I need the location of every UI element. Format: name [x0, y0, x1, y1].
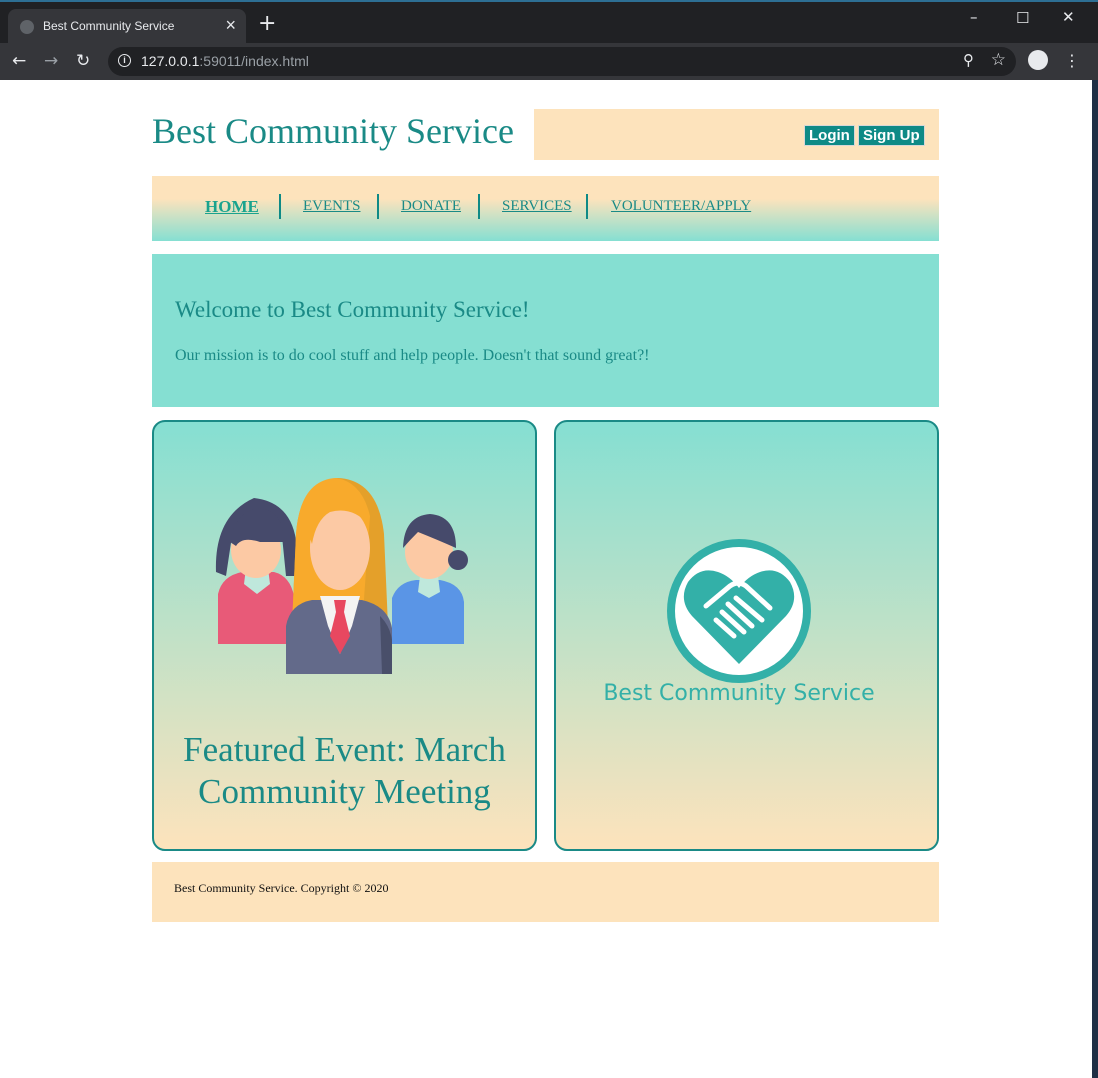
nav-divider — [586, 194, 588, 219]
main-nav: HOME EVENTS DONATE SERVICES VOLUNTEER/AP… — [152, 176, 939, 241]
zoom-icon[interactable]: ⚲ — [963, 51, 974, 69]
nav-services[interactable]: SERVICES — [502, 198, 572, 215]
info-icon[interactable]: i — [118, 54, 131, 67]
back-icon[interactable]: ← — [12, 51, 26, 71]
globe-icon — [20, 20, 34, 34]
address-bar[interactable]: i 127.0.0.1:59011/index.html ⚲ ☆ — [108, 47, 1016, 76]
auth-box: Login Sign Up — [534, 109, 939, 160]
bookmark-star-icon[interactable]: ☆ — [991, 50, 1006, 70]
new-tab-icon[interactable]: + — [258, 13, 276, 35]
welcome-text: Our mission is to do cool stuff and help… — [175, 347, 650, 364]
footer: Best Community Service. Copyright © 2020 — [152, 862, 939, 922]
logo-card: Best Community Service — [554, 420, 939, 851]
login-button[interactable]: Login — [804, 125, 855, 146]
nav-divider — [377, 194, 379, 219]
scrollbar[interactable] — [1092, 80, 1098, 1078]
forward-icon[interactable]: → — [44, 51, 58, 71]
featured-event-title[interactable]: Featured Event: March Community Meeting — [154, 729, 535, 813]
community-people-icon — [215, 478, 468, 674]
profile-avatar-icon[interactable] — [1028, 50, 1048, 70]
site-title: Best Community Service — [152, 111, 514, 151]
welcome-heading: Welcome to Best Community Service! — [175, 297, 530, 322]
nav-donate[interactable]: DONATE — [401, 198, 461, 215]
welcome-section: Welcome to Best Community Service! Our m… — [152, 254, 939, 407]
featured-event-card[interactable]: Featured Event: March Community Meeting — [152, 420, 537, 851]
logo-text: Best Community Service — [603, 681, 875, 706]
nav-home[interactable]: HOME — [205, 197, 259, 217]
browser-toolbar: ← → ↻ i 127.0.0.1:59011/index.html ⚲ ☆ ⋮ — [0, 43, 1098, 80]
browser-tabstrip: Best Community Service × + – ☐ ✕ — [0, 0, 1098, 45]
heart-handshake-logo-icon — [667, 539, 811, 683]
signup-button[interactable]: Sign Up — [858, 125, 925, 146]
maximize-icon[interactable]: ☐ — [1016, 9, 1029, 27]
copyright-text: Best Community Service. Copyright © 2020 — [174, 881, 389, 895]
nav-divider — [279, 194, 281, 219]
tab-title: Best Community Service — [43, 19, 175, 33]
menu-kebab-icon[interactable]: ⋮ — [1064, 51, 1080, 70]
reload-icon[interactable]: ↻ — [76, 51, 90, 71]
nav-divider — [478, 194, 480, 219]
minimize-icon[interactable]: – — [970, 8, 978, 26]
nav-volunteer-apply[interactable]: VOLUNTEER/APPLY — [611, 198, 751, 215]
browser-tab[interactable]: Best Community Service × — [8, 9, 246, 45]
url-text: 127.0.0.1:59011/index.html — [141, 53, 309, 69]
nav-events[interactable]: EVENTS — [303, 198, 361, 215]
close-tab-icon[interactable]: × — [225, 15, 236, 36]
close-window-icon[interactable]: ✕ — [1062, 8, 1075, 26]
